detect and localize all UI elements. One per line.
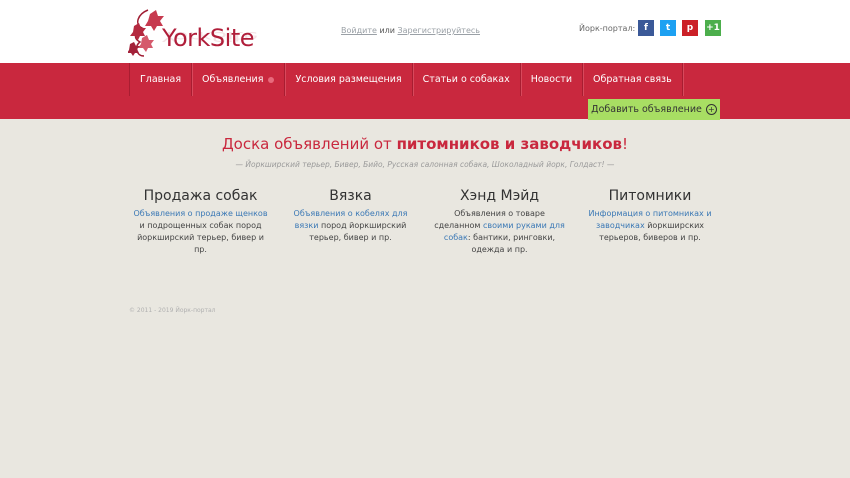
site-logo[interactable]: YorkSite YorkSite <box>128 6 258 60</box>
category-text: : бантики, ринговки, одежда и пр. <box>467 233 556 254</box>
add-ad-button[interactable]: Добавить объявление + <box>588 99 720 120</box>
register-link[interactable]: Зарегистрируйтесь <box>398 26 480 35</box>
main-nav: Главная Объявления Условия размещения Ст… <box>0 63 850 119</box>
page-subline: — Йоркширский терьер, Бивер, Бийо, Русск… <box>235 160 615 169</box>
headline-pre: Доска объявлений от <box>221 135 397 153</box>
category-title[interactable]: Хэнд Мэйд <box>432 188 567 204</box>
category-handmade: Хэнд Мэйд Объявления о товаре сделанном … <box>432 188 567 256</box>
nav-item-news[interactable]: Новости <box>521 63 584 96</box>
social-label: Йорк-портал: <box>579 24 636 33</box>
nav-item-articles[interactable]: Статьи о собаках <box>413 63 521 96</box>
add-ad-label: Добавить объявление <box>591 104 702 115</box>
category-text: пород йоркширский терьер, бивер и пр. <box>309 221 407 242</box>
pinterest-icon[interactable]: p <box>682 20 698 36</box>
category-text: и подрощенных собак пород йоркширский те… <box>137 221 264 254</box>
nav-item-label: Объявления <box>202 74 264 85</box>
headline-post: ! <box>622 135 629 153</box>
site-header: YorkSite YorkSite Войдите или Зарегистри… <box>0 0 850 63</box>
footer-copyright: © 2011 - 2019 Йорк-портал <box>129 307 216 314</box>
nav-item-ads[interactable]: Объявления <box>192 63 286 96</box>
category-mating: Вязка Объявления о кобелях для вязки пор… <box>283 188 418 244</box>
category-title[interactable]: Продажа собак <box>133 188 268 204</box>
nav-item-label: Главная <box>140 74 182 85</box>
nav-item-label: Условия размещения <box>295 74 402 85</box>
headline-bold: питомников и заводчиков <box>396 135 623 153</box>
dropdown-dot-icon <box>268 76 275 83</box>
category-title[interactable]: Вязка <box>283 188 418 204</box>
auth-links: Войдите или Зарегистрируйтесь <box>341 26 480 35</box>
category-sale: Продажа собак Объявления о продаже щенко… <box>133 188 268 256</box>
page-headline: Доска объявлений от питомников и заводчи… <box>0 135 850 153</box>
nav-item-terms[interactable]: Условия размещения <box>285 63 413 96</box>
facebook-icon[interactable]: f <box>638 20 654 36</box>
nav-item-label: Обратная связь <box>593 74 672 85</box>
login-link[interactable]: Войдите <box>341 26 377 35</box>
nav-item-feedback[interactable]: Обратная связь <box>583 63 683 96</box>
plus-circle-icon: + <box>705 104 717 115</box>
category-link[interactable]: Объявления о продаже щенков <box>133 209 267 218</box>
nav-item-label: Статьи о собаках <box>422 74 510 85</box>
twitter-icon[interactable]: t <box>660 20 676 36</box>
nav-menu: Главная Объявления Условия размещения Ст… <box>129 63 683 96</box>
logo-reflection: YorkSite <box>162 28 258 44</box>
nav-item-home[interactable]: Главная <box>130 63 193 96</box>
category-kennels: Питомники Информация о питомниках и заво… <box>580 188 720 244</box>
nav-item-label: Новости <box>530 74 573 85</box>
category-title[interactable]: Питомники <box>580 188 720 204</box>
google-plus-icon[interactable]: +1 <box>705 20 721 36</box>
auth-or-text: или <box>379 26 395 35</box>
